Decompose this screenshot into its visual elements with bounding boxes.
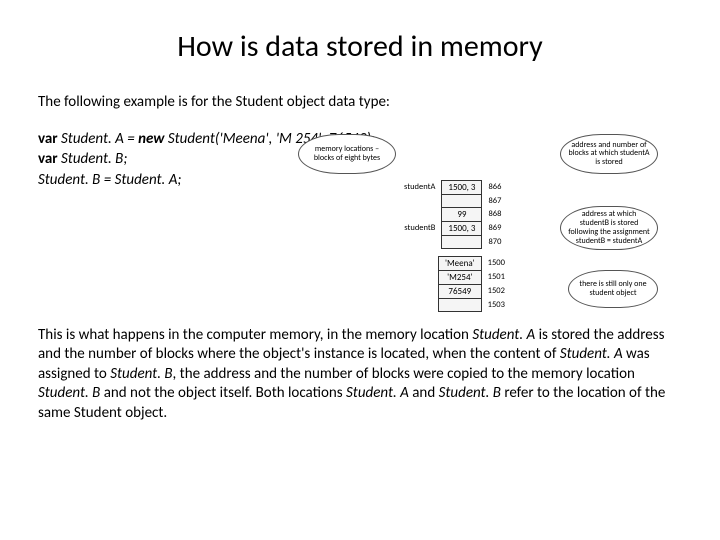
keyword-var: var	[38, 150, 58, 168]
memory-table-vars: studentA 1500, 3 866 867 99 868 studentB…	[398, 180, 507, 249]
bubble-memory-blocks: memory locations – blocks of eight bytes	[298, 134, 396, 174]
bubble-studenta-address: address and number of blocks at which st…	[560, 134, 658, 174]
cell-address: 1502	[481, 284, 511, 298]
cell-value	[439, 298, 482, 311]
ref-studentb: Student. B	[38, 384, 100, 402]
label-studenta: studentA	[398, 180, 442, 194]
cell-value: 'M254'	[439, 270, 482, 284]
ref-studenta: Student. A	[346, 384, 409, 402]
memory-table-object: 'Meena' 1500 'M254' 1501 76549 1502 1503	[438, 256, 512, 312]
ref-studentb: Student. B	[439, 384, 501, 402]
cell-address: 869	[482, 221, 507, 235]
ref-studentb: Student. B	[110, 365, 172, 383]
ref-studenta: Student. A	[560, 345, 623, 363]
cell-value: 'Meena'	[439, 256, 482, 270]
code-text: Student. B;	[58, 150, 128, 168]
cell-address: 867	[482, 194, 507, 207]
ref-studenta: Student. A	[472, 326, 535, 344]
cell-address: 1501	[481, 270, 511, 284]
cell-address: 866	[482, 180, 507, 194]
intro-text: The following example is for the Student…	[38, 93, 682, 111]
memory-diagram: memory locations – blocks of eight bytes…	[298, 132, 658, 312]
cell-address: 870	[482, 235, 507, 248]
bubble-studentb-address: address at which studentB is stored foll…	[560, 206, 658, 250]
keyword-new: new	[138, 130, 164, 148]
bubble-one-object: there is still only one student object	[568, 270, 658, 308]
cell-value: 1500, 3	[442, 221, 482, 235]
page-title: How is data stored in memory	[38, 28, 682, 65]
cell-value	[442, 194, 482, 207]
explanation-text: This is what happens in the computer mem…	[38, 326, 682, 424]
cell-value: 76549	[439, 284, 482, 298]
cell-address: 1503	[481, 298, 511, 311]
cell-address: 868	[482, 207, 507, 221]
label-studentb: studentB	[398, 221, 442, 235]
cell-value: 1500, 3	[442, 180, 482, 194]
keyword-var: var	[38, 130, 58, 148]
cell-value: 99	[442, 207, 482, 221]
cell-address: 1500	[481, 256, 511, 270]
code-text: Student. A =	[58, 130, 139, 148]
cell-value	[442, 235, 482, 248]
